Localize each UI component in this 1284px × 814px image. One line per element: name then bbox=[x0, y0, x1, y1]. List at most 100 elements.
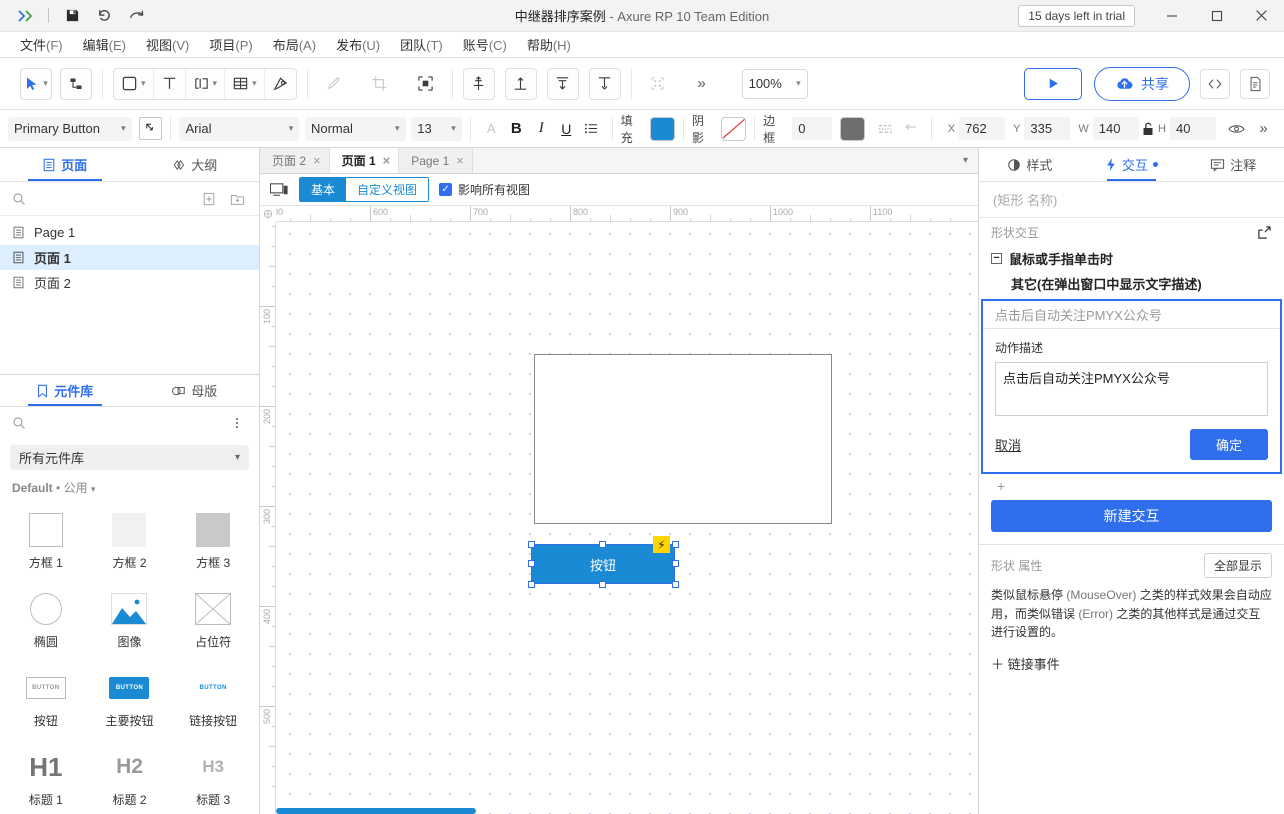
table-icon[interactable]: ▾ bbox=[225, 68, 265, 99]
tab-style[interactable]: 样式 bbox=[979, 148, 1081, 181]
library-item-ellipse[interactable]: 椭圆 bbox=[4, 583, 88, 654]
bold-button[interactable]: B bbox=[504, 117, 529, 141]
arrow-style-icon[interactable] bbox=[898, 117, 923, 141]
fill-color-swatch[interactable] bbox=[649, 116, 675, 141]
vertical-ruler[interactable]: 100 200 300 400 500 bbox=[260, 222, 276, 814]
library-item-image[interactable]: 图像 bbox=[88, 583, 172, 654]
doc-tab-page-1[interactable]: 页面 1 × bbox=[329, 148, 400, 173]
no-shadow-icon[interactable] bbox=[721, 116, 747, 141]
chevron-down-icon[interactable]: ▾ bbox=[121, 123, 126, 134]
library-item-heading-3[interactable]: H3 标题 3 bbox=[171, 741, 255, 812]
tab-masters[interactable]: 母版 bbox=[130, 375, 260, 406]
menu-item-layout[interactable]: 布局(A) bbox=[263, 32, 326, 57]
font-weight-select[interactable]: Normal ▾ bbox=[304, 116, 406, 141]
underline-button[interactable]: U bbox=[554, 117, 579, 141]
code-icon[interactable] bbox=[1200, 68, 1230, 99]
rectangle-shape-icon[interactable]: ▾ bbox=[114, 68, 154, 99]
horizontal-ruler[interactable]: 00 600 700 800 900 1000 1100 bbox=[260, 206, 978, 222]
align-bottom-icon[interactable] bbox=[588, 67, 621, 100]
tab-notes[interactable]: 注释 bbox=[1182, 148, 1284, 181]
text-field-icon[interactable]: ▾ bbox=[186, 68, 226, 99]
menu-item-account[interactable]: 账号(C) bbox=[453, 32, 517, 57]
menu-item-edit[interactable]: 编辑(E) bbox=[73, 32, 136, 57]
view-basic[interactable]: 基本 bbox=[300, 178, 347, 201]
close-icon[interactable] bbox=[1239, 0, 1284, 32]
redo-icon[interactable] bbox=[121, 3, 151, 29]
library-item-heading-2[interactable]: H2 标题 2 bbox=[88, 741, 172, 812]
library-item-box-3[interactable]: 方框 3 bbox=[171, 504, 255, 575]
chevron-down-icon[interactable]: ▾ bbox=[43, 78, 48, 89]
widget-name-input[interactable]: (矩形 名称) bbox=[979, 182, 1284, 218]
distribute-vertical-icon[interactable] bbox=[546, 67, 579, 100]
zoom-select[interactable]: 100% ▾ bbox=[741, 68, 808, 99]
align-top-icon[interactable] bbox=[504, 67, 537, 100]
resize-handle-n[interactable] bbox=[599, 541, 606, 548]
resize-handle-s[interactable] bbox=[599, 581, 606, 588]
tab-interaction[interactable]: 交互 bbox=[1081, 148, 1183, 181]
save-icon[interactable] bbox=[57, 3, 87, 29]
menu-item-team[interactable]: 团队(T) bbox=[390, 32, 453, 57]
chevron-down-icon[interactable]: ▾ bbox=[289, 123, 294, 134]
chevron-down-icon[interactable]: ▾ bbox=[451, 123, 456, 134]
view-custom[interactable]: 自定义视图 bbox=[346, 178, 429, 201]
menu-item-project[interactable]: 项目(P) bbox=[199, 32, 262, 57]
interaction-event-row[interactable]: − 鼠标或手指单击时 bbox=[979, 246, 1284, 271]
eyedropper-icon[interactable] bbox=[318, 68, 350, 100]
distribute-icon[interactable] bbox=[410, 68, 442, 100]
ruler-origin-icon[interactable] bbox=[260, 206, 276, 222]
share-button[interactable]: 共享 bbox=[1094, 66, 1190, 101]
x-input[interactable] bbox=[959, 117, 1006, 140]
resize-handle-nw[interactable] bbox=[528, 541, 535, 548]
toolbar-overflow-button[interactable]: » bbox=[686, 68, 718, 100]
align-center-icon[interactable] bbox=[462, 67, 495, 100]
close-icon[interactable]: × bbox=[313, 153, 321, 168]
border-width-input[interactable] bbox=[792, 117, 833, 140]
device-view-icon[interactable] bbox=[270, 182, 289, 198]
search-icon[interactable] bbox=[12, 192, 26, 206]
show-all-button[interactable]: 全部显示 bbox=[1203, 553, 1272, 578]
library-item-button[interactable]: BUTTON 按钮 bbox=[4, 662, 88, 733]
group-icon[interactable] bbox=[642, 68, 674, 100]
library-selector[interactable]: 所有元件库 ▾ bbox=[10, 445, 249, 470]
font-family-select[interactable]: Arial ▾ bbox=[179, 116, 300, 141]
resize-handle-ne[interactable] bbox=[672, 541, 679, 548]
chevron-down-icon[interactable]: ▾ bbox=[252, 78, 257, 89]
sidebar-item-page-1-en[interactable]: Page 1 bbox=[0, 220, 259, 245]
kebab-menu-icon[interactable] bbox=[227, 414, 247, 432]
horizontal-scrollbar[interactable] bbox=[276, 808, 978, 814]
scrollbar-thumb[interactable] bbox=[276, 808, 476, 814]
menu-item-file[interactable]: 文件(F) bbox=[10, 32, 73, 57]
style-picker-icon[interactable] bbox=[139, 117, 163, 140]
library-item-heading-1[interactable]: H1 标题 1 bbox=[4, 741, 88, 812]
unlock-icon[interactable] bbox=[1139, 117, 1158, 141]
chevron-down-icon[interactable]: ▾ bbox=[213, 78, 218, 89]
resize-handle-se[interactable] bbox=[672, 581, 679, 588]
affect-all-views-checkbox[interactable]: ✓ 影响所有视图 bbox=[439, 181, 530, 198]
tab-libraries[interactable]: 元件库 bbox=[0, 375, 130, 407]
crop-icon[interactable] bbox=[364, 68, 396, 100]
minimize-icon[interactable] bbox=[1149, 0, 1194, 32]
open-external-icon[interactable] bbox=[1257, 225, 1272, 240]
font-color-icon[interactable]: A bbox=[479, 117, 504, 141]
interaction-action-name[interactable]: 其它(在弹出窗口中显示文字描述) bbox=[979, 271, 1284, 296]
chevron-down-icon[interactable]: ▾ bbox=[796, 78, 801, 89]
add-action-button[interactable]: + bbox=[979, 474, 1284, 498]
confirm-button[interactable]: 确定 bbox=[1189, 429, 1268, 460]
border-color-swatch[interactable] bbox=[839, 116, 866, 141]
chevron-down-icon[interactable]: ▾ bbox=[235, 452, 240, 463]
interaction-badge-icon[interactable]: ⚡ bbox=[653, 536, 670, 553]
chevron-down-icon[interactable]: ▾ bbox=[963, 155, 968, 166]
link-event-button[interactable]: ＋ 链接事件 bbox=[991, 654, 1272, 673]
sidebar-item-page-1-cn[interactable]: 页面 1 bbox=[0, 245, 259, 270]
list-icon[interactable] bbox=[579, 117, 604, 141]
cancel-button[interactable]: 取消 bbox=[995, 435, 1021, 454]
stylebar-overflow-button[interactable]: » bbox=[1251, 117, 1276, 141]
cursor-select-icon[interactable]: ▾ bbox=[20, 67, 52, 100]
resize-handle-w[interactable] bbox=[528, 560, 535, 567]
tab-outline[interactable]: 大纲 bbox=[130, 148, 260, 181]
h-input[interactable] bbox=[1170, 117, 1216, 140]
library-item-placeholder[interactable]: 占位符 bbox=[171, 583, 255, 654]
menu-item-view[interactable]: 视图(V) bbox=[136, 32, 199, 57]
close-icon[interactable]: × bbox=[383, 153, 391, 168]
library-item-link-button[interactable]: BUTTON 链接按钮 bbox=[171, 662, 255, 733]
